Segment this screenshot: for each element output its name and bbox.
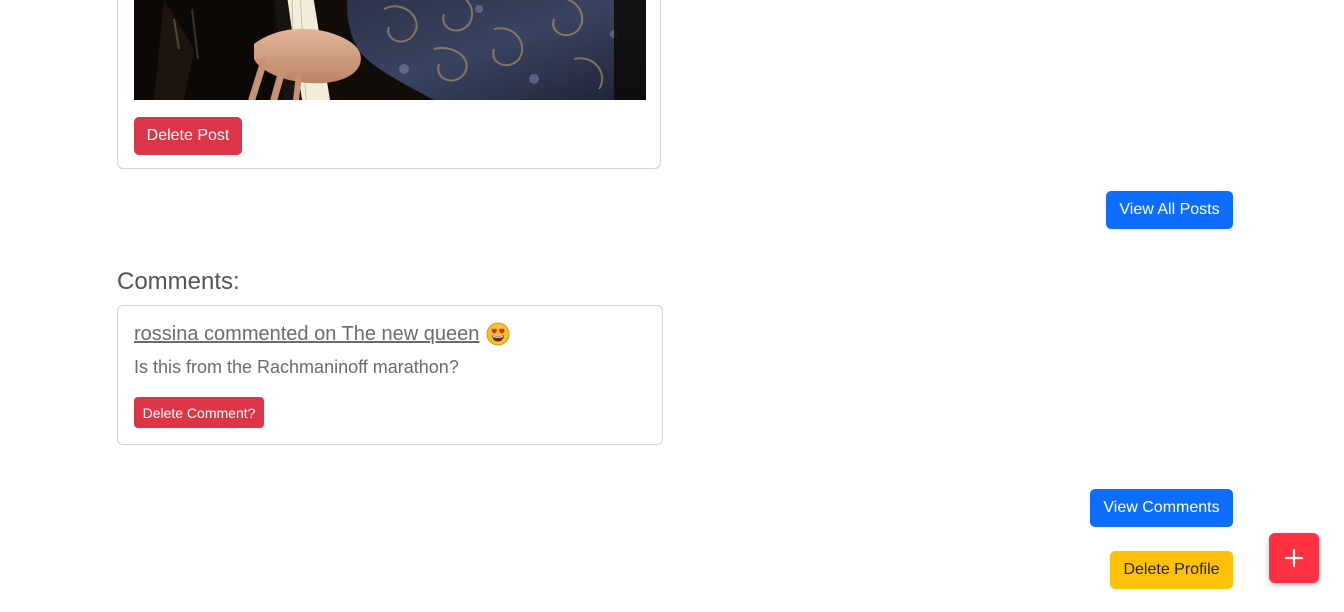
add-post-fab[interactable]: [1269, 533, 1319, 583]
view-comments-button[interactable]: View Comments: [1090, 489, 1233, 527]
plus-icon: [1284, 548, 1304, 568]
heart-eyes-emoji-icon: [486, 322, 510, 346]
delete-post-button[interactable]: Delete Post: [134, 117, 242, 155]
delete-profile-button[interactable]: Delete Profile: [1110, 551, 1233, 589]
comment-title-link[interactable]: rossina commented on The new queen: [134, 322, 510, 346]
post-image: [134, 0, 646, 100]
comment-card: rossina commented on The new queen Is th…: [117, 305, 663, 445]
delete-comment-button[interactable]: Delete Comment?: [134, 397, 264, 428]
profile-page: Delete Post View All Posts Comments: ros…: [0, 0, 1344, 612]
comment-title-text: rossina commented on The new queen: [134, 322, 480, 345]
pianist-photo: [134, 0, 646, 100]
comment-body: Is this from the Rachmaninoff marathon?: [134, 357, 459, 377]
post-card: Delete Post: [117, 0, 661, 169]
view-all-posts-button[interactable]: View All Posts: [1106, 191, 1233, 229]
comments-heading: Comments:: [117, 268, 240, 295]
